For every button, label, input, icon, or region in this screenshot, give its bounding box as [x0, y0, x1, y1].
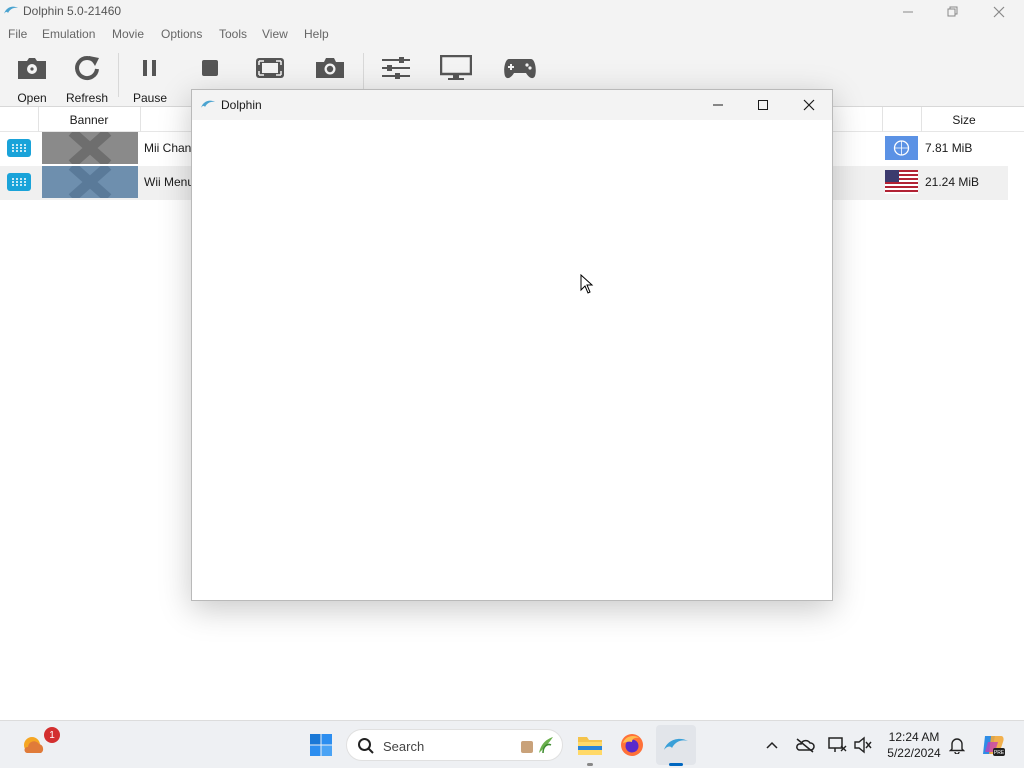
- game-size: 7.81 MiB: [925, 141, 973, 155]
- sliders-icon: [381, 49, 411, 87]
- pause-icon: [142, 49, 158, 87]
- column-separator: [882, 107, 883, 132]
- speaker-muted-icon: [854, 736, 872, 754]
- restore-button[interactable]: [930, 0, 976, 23]
- toolbar-separator: [118, 53, 119, 97]
- dolphin-logo-icon: [200, 98, 216, 115]
- file-explorer-button[interactable]: [570, 721, 610, 769]
- search-icon: [357, 737, 375, 758]
- menu-tools[interactable]: Tools: [219, 27, 247, 41]
- weather-widget[interactable]: 1: [14, 721, 60, 769]
- render-window-title: Dolphin: [221, 98, 262, 112]
- taskbar: 1 Search 12:24 AM 5/22/2024 PRE: [0, 720, 1024, 768]
- clock-time: 12:24 AM: [888, 730, 940, 744]
- notification-badge: 1: [44, 727, 60, 743]
- fullscreen-icon: [255, 49, 285, 87]
- network-icon: [828, 737, 847, 752]
- maximize-button[interactable]: [740, 90, 786, 120]
- menu-bar: File Emulation Movie Options Tools View …: [0, 23, 1024, 45]
- start-button[interactable]: [301, 721, 341, 769]
- open-disc-icon: [16, 49, 48, 87]
- dolphin-logo-icon: [664, 738, 688, 750]
- active-indicator: [669, 763, 683, 766]
- weather-icon: [24, 737, 44, 753]
- menu-emulation[interactable]: Emulation: [42, 27, 95, 41]
- camera-icon: [315, 49, 345, 87]
- menu-movie[interactable]: Movie: [112, 27, 144, 41]
- gamepad-icon: [503, 49, 537, 87]
- network-button[interactable]: [825, 721, 849, 769]
- refresh-button[interactable]: Refresh: [64, 45, 110, 107]
- running-indicator: [587, 763, 593, 766]
- banner-column-header[interactable]: Banner: [40, 107, 138, 132]
- size-column-header[interactable]: Size: [922, 107, 1006, 132]
- wii-platform-icon: [7, 173, 31, 191]
- banner-placeholder-image: [42, 128, 138, 168]
- dolphin-logo-icon: [3, 4, 19, 21]
- refresh-icon: [73, 49, 101, 87]
- monitor-icon: [440, 49, 472, 87]
- un-flag-icon: [885, 136, 918, 160]
- copilot-button[interactable]: PRE: [976, 721, 1010, 769]
- game-title: Wii Menu: [144, 175, 195, 189]
- taskbar-search[interactable]: Search: [346, 729, 563, 761]
- folder-icon: [578, 737, 602, 755]
- main-titlebar: Dolphin 5.0-21460: [0, 0, 1024, 23]
- render-window[interactable]: Dolphin: [191, 89, 833, 601]
- firefox-button[interactable]: [612, 721, 652, 769]
- minimize-button[interactable]: [695, 90, 741, 120]
- game-title: Mii Chan: [144, 141, 192, 155]
- menu-help[interactable]: Help: [304, 27, 329, 41]
- us-flag-icon: [885, 170, 918, 194]
- game-size: 21.24 MiB: [925, 175, 980, 189]
- firefox-icon: [621, 734, 643, 756]
- cloud-offline-icon: [796, 738, 815, 753]
- close-button[interactable]: [976, 0, 1022, 23]
- pause-button[interactable]: Pause: [130, 45, 170, 107]
- chevron-up-icon: [766, 741, 778, 749]
- system-clock[interactable]: 12:24 AM 5/22/2024: [880, 729, 948, 761]
- stop-icon: [201, 49, 219, 87]
- window-title: Dolphin 5.0-21460: [23, 4, 122, 18]
- clock-date: 5/22/2024: [887, 746, 941, 760]
- wii-platform-icon: [7, 139, 31, 157]
- volume-button[interactable]: [851, 721, 875, 769]
- minimize-button[interactable]: [885, 0, 931, 23]
- windows-icon: [310, 734, 332, 756]
- notifications-button[interactable]: [945, 721, 969, 769]
- menu-options[interactable]: Options: [161, 27, 202, 41]
- banner-placeholder-image: [42, 162, 138, 202]
- column-separator: [140, 107, 141, 132]
- onedrive-button[interactable]: [793, 721, 817, 769]
- mouse-cursor-icon: [580, 273, 594, 297]
- show-hidden-icons-button[interactable]: [760, 721, 784, 769]
- close-button[interactable]: [786, 90, 832, 120]
- bell-icon: [949, 738, 965, 754]
- search-highlight-icon: [517, 733, 557, 760]
- dolphin-taskbar-button[interactable]: [656, 725, 696, 766]
- menu-view[interactable]: View: [262, 27, 288, 41]
- column-separator: [38, 107, 39, 132]
- copilot-pre-label: PRE: [994, 750, 1005, 756]
- menu-file[interactable]: File: [8, 27, 27, 41]
- copilot-icon: PRE: [983, 736, 1005, 756]
- search-placeholder: Search: [383, 739, 425, 754]
- open-button[interactable]: Open: [10, 45, 54, 107]
- render-window-titlebar[interactable]: Dolphin: [192, 90, 832, 120]
